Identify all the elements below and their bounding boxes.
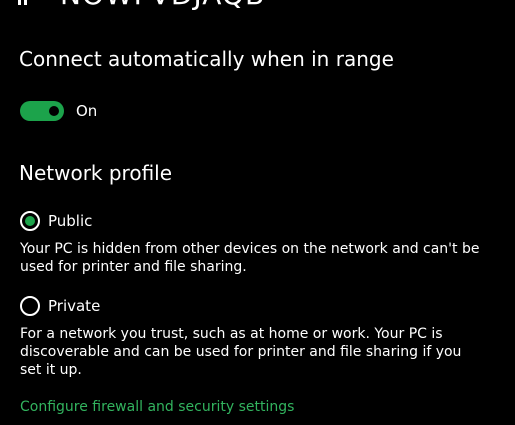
network-name: NOWFVDJAQB [60,0,265,10]
wifi-icon [18,0,27,5]
network-header: NOWFVDJAQB [18,0,265,10]
radio-public-button[interactable] [20,211,40,231]
radio-public[interactable]: Public [20,211,92,231]
radio-private-button[interactable] [20,296,40,316]
firewall-settings-link[interactable]: Configure firewall and security settings [20,398,294,416]
network-settings-page: NOWFVDJAQB Connect automatically when in… [0,0,515,425]
network-profile-heading: Network profile [19,161,173,185]
toggle-knob [49,106,59,116]
radio-private[interactable]: Private [20,296,100,316]
toggle-state-label: On [76,102,98,120]
radio-selected-dot [25,216,35,226]
auto-connect-toggle[interactable] [20,101,64,121]
public-description: Your PC is hidden from other devices on … [20,241,480,275]
radio-private-label: Private [48,297,101,315]
private-description: For a network you trust, such as at home… [20,326,462,378]
radio-public-label: Public [48,212,93,230]
auto-connect-heading: Connect automatically when in range [19,47,394,71]
auto-connect-toggle-row[interactable]: On [20,101,97,121]
